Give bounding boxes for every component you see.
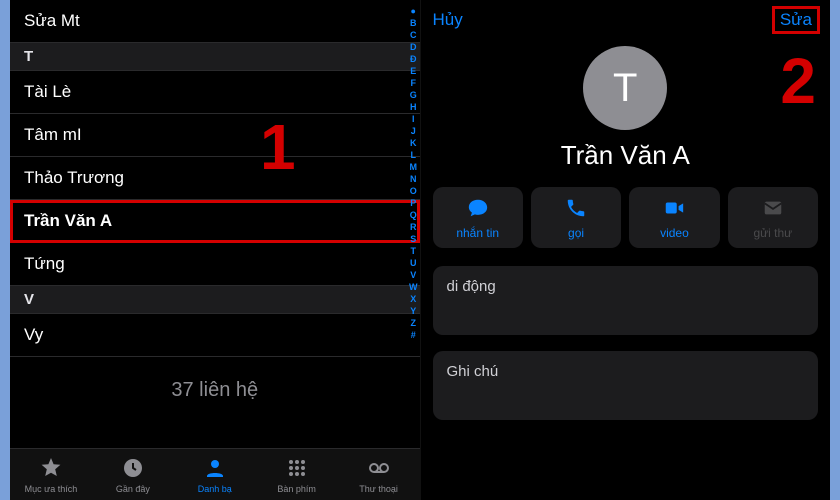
contacts-list-screen: Sửa MtTTài LèTâm mIThảo TrươngTrần Văn A… bbox=[10, 0, 421, 500]
list-item[interactable]: Sửa Mt bbox=[10, 0, 420, 43]
favorites-icon bbox=[39, 456, 63, 482]
video-icon bbox=[662, 197, 686, 222]
list-item[interactable]: Tâm mI bbox=[10, 114, 420, 157]
call-icon bbox=[564, 197, 588, 222]
section-T: T bbox=[10, 43, 420, 71]
list-item[interactable]: Tài Lè bbox=[10, 71, 420, 114]
message-button[interactable]: nhắn tin bbox=[433, 187, 523, 248]
edit-button[interactable]: Sửa bbox=[774, 8, 818, 32]
contacts-icon bbox=[203, 456, 227, 482]
recents-icon bbox=[121, 456, 145, 482]
notes-field[interactable]: Ghi chú bbox=[433, 351, 819, 420]
tab-contacts[interactable]: Danh bạ bbox=[174, 449, 256, 500]
cancel-button[interactable]: Hủy bbox=[433, 10, 463, 30]
contact-detail-screen: Hủy Sửa T Trần Văn A nhắn tingọivideogửi… bbox=[421, 0, 831, 500]
message-icon bbox=[466, 197, 490, 222]
tab-bar: Mục ưa thíchGần đâyDanh bạBàn phímThư th… bbox=[10, 448, 420, 500]
mail-icon bbox=[761, 197, 785, 222]
call-button[interactable]: gọi bbox=[531, 187, 621, 248]
mobile-field[interactable]: di động bbox=[433, 266, 819, 335]
mail-button: gửi thư bbox=[728, 187, 818, 248]
annotation-2: 2 bbox=[780, 44, 816, 118]
voicemail-icon bbox=[367, 456, 391, 482]
contact-count: 37 liên hệ bbox=[10, 357, 420, 432]
list-item[interactable]: Trần Văn A bbox=[10, 200, 420, 243]
keypad-icon bbox=[285, 456, 309, 482]
alpha-index[interactable]: ●BCDĐEFGHIJKLMNOPQRSTUVWXYZ# bbox=[409, 6, 418, 340]
video-button[interactable]: video bbox=[629, 187, 719, 248]
tab-keypad[interactable]: Bàn phím bbox=[256, 449, 338, 500]
avatar: T bbox=[583, 46, 667, 130]
list-item[interactable]: Thảo Trương bbox=[10, 157, 420, 200]
list-item[interactable]: Tứng bbox=[10, 243, 420, 286]
tab-recents[interactable]: Gần đây bbox=[92, 449, 174, 500]
section-V: V bbox=[10, 286, 420, 314]
tab-favorites[interactable]: Mục ưa thích bbox=[10, 449, 92, 500]
tab-voicemail[interactable]: Thư thoại bbox=[338, 449, 420, 500]
contact-name: Trần Văn A bbox=[421, 140, 831, 171]
list-item[interactable]: Vy bbox=[10, 314, 420, 357]
